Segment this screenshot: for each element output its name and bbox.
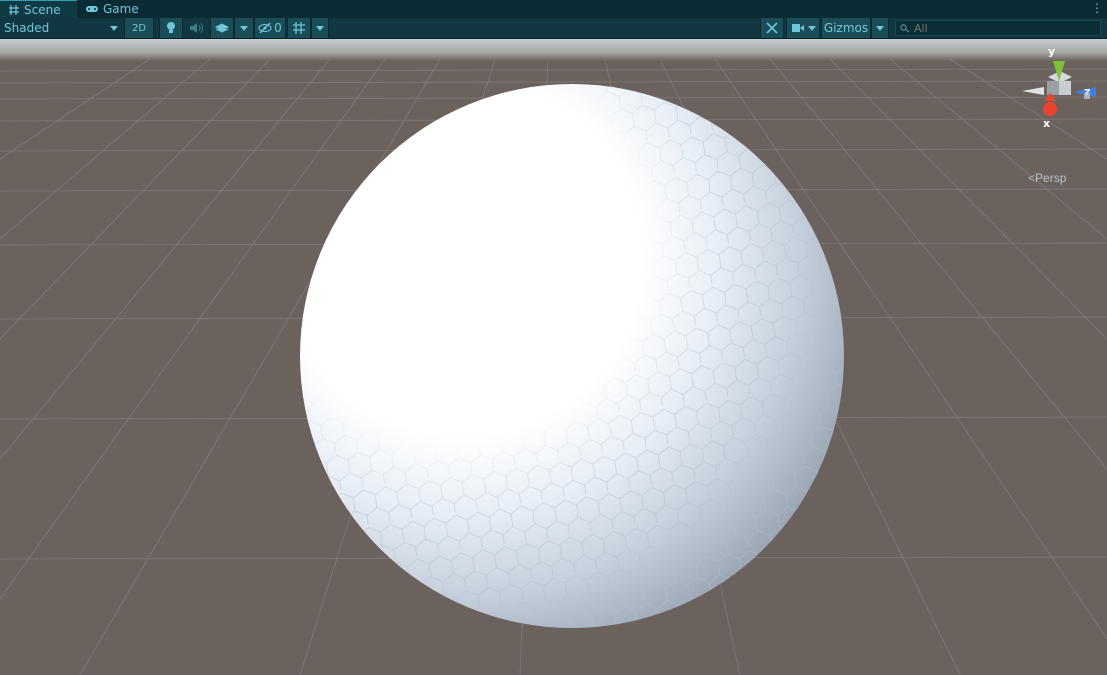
tab-scene[interactable]: Scene (0, 0, 77, 18)
axis-y-label: y (1048, 45, 1056, 58)
gamepad-icon (86, 6, 98, 12)
lighting-toggle-button[interactable] (159, 18, 183, 38)
scene-toolbar: Shaded 2D 0 Gizmos All (0, 18, 1107, 39)
lock-icon[interactable] (1083, 91, 1091, 99)
chevron-left-icon: < (1028, 171, 1036, 185)
tab-game[interactable]: Game (77, 0, 147, 18)
hidden-objects-count: 0 (274, 21, 282, 35)
eye-slash-icon (258, 22, 272, 34)
search-icon (900, 23, 910, 33)
tools-button[interactable] (760, 18, 784, 38)
search-input[interactable] (914, 21, 1094, 35)
hidden-objects-button[interactable]: 0 (254, 18, 286, 38)
effects-layers-icon (215, 23, 229, 33)
horizon-sky (0, 39, 1107, 61)
scene-search[interactable] (895, 20, 1101, 36)
gizmos-dropdown-button[interactable] (871, 18, 889, 38)
chevron-down-icon (807, 25, 816, 31)
camera-button[interactable] (786, 18, 820, 38)
tab-scene-label: Scene (24, 2, 61, 17)
chevron-down-icon (876, 25, 884, 31)
projection-label: Persp (1035, 171, 1067, 185)
chevron-down-icon (240, 25, 248, 31)
toggle-2d-button[interactable]: 2D (124, 18, 154, 38)
tools-icon (766, 22, 778, 34)
grid-toggle-button[interactable] (287, 18, 311, 38)
axis-x-label: x (1043, 117, 1051, 130)
sphere (300, 84, 844, 628)
window-tab-bar: Scene Game ⋮ (0, 0, 1107, 18)
speaker-icon (190, 23, 203, 33)
tab-game-label: Game (103, 2, 139, 16)
lightbulb-icon (167, 22, 175, 33)
shading-mode-label: Shaded (4, 21, 50, 35)
more-options-icon[interactable]: ⋮ (1091, 1, 1103, 15)
effects-dropdown-button[interactable] (234, 18, 254, 38)
scene-render (0, 39, 1107, 675)
chevron-down-icon (316, 25, 324, 31)
shading-mode-dropdown[interactable]: Shaded (0, 18, 122, 38)
grid-icon (9, 4, 19, 15)
scene-viewport[interactable]: y z x <Persp (0, 39, 1107, 675)
grid-dropdown-button[interactable] (311, 18, 329, 38)
toggle-2d-label: 2D (131, 22, 147, 34)
projection-toggle[interactable]: <Persp (1028, 171, 1066, 185)
gizmos-button[interactable]: Gizmos (821, 18, 871, 38)
gizmos-label: Gizmos (823, 21, 869, 35)
effects-toggle-button[interactable] (210, 18, 234, 38)
audio-toggle-button[interactable] (184, 18, 208, 38)
grid-snap-icon (293, 22, 305, 34)
camera-icon (791, 24, 804, 32)
scene-orientation-gizmo[interactable]: y z x (1020, 43, 1100, 133)
chevron-down-icon (110, 25, 118, 31)
